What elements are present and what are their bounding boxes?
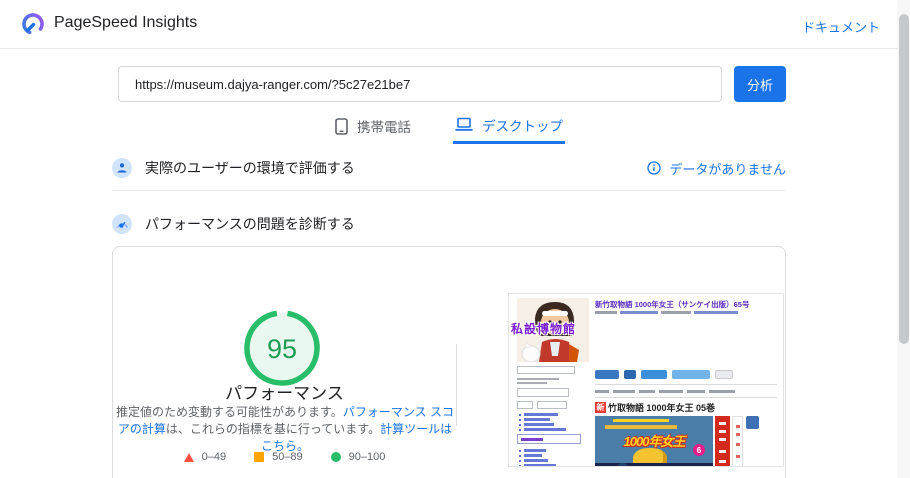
lab-data-section: パフォーマンスの問題を診断する xyxy=(112,206,786,242)
performance-score-value: 95 xyxy=(267,334,297,364)
mini-divider xyxy=(595,384,777,385)
cover-earth xyxy=(617,463,628,466)
mini-link xyxy=(519,464,556,466)
field-section-title: 実際のユーザーの環境で評価する xyxy=(145,160,355,176)
mini-link xyxy=(519,449,546,452)
cover-volume-badge: 6 xyxy=(693,444,705,456)
mini-post-title: 新 竹取物語 1000年女王 05巻 xyxy=(595,401,715,414)
pagespeed-insights-page: PageSpeed Insights ドキュメント 分析 携帯電話 デスクトップ xyxy=(0,0,910,478)
desktop-icon xyxy=(455,117,473,131)
phone-icon xyxy=(335,117,348,135)
legend-item-pass: 90–100 xyxy=(330,451,386,463)
mini-text-line xyxy=(517,378,559,380)
section-divider xyxy=(112,190,786,191)
orange-square-icon xyxy=(254,452,265,462)
mini-search-box xyxy=(517,388,569,397)
tab-mobile[interactable]: 携帯電話 xyxy=(333,112,413,144)
card-vertical-divider xyxy=(456,344,457,426)
cover-spine xyxy=(715,416,730,466)
mini-divider xyxy=(595,397,777,398)
performance-note: 推定値のため変動する可能性があります。パフォーマンス スコアの計算は、これらの指… xyxy=(113,404,457,455)
page-scrollbar-thumb[interactable] xyxy=(898,14,909,344)
score-legend: 0–49 50–89 90–100 xyxy=(113,451,456,463)
tab-mobile-label: 携帯電話 xyxy=(357,120,411,135)
tab-desktop-label: デスクトップ xyxy=(482,118,563,134)
green-circle-icon xyxy=(330,452,341,462)
no-data-label: データがありません xyxy=(669,161,786,177)
cover-art: 1000年女王 6 xyxy=(595,416,713,466)
legend-item-average: 50–89 xyxy=(254,451,303,463)
comic-cover-image: 1000年女王 6 xyxy=(595,416,763,466)
site-logo-text: 私設博物館 xyxy=(511,322,577,336)
note-text-2: は、これらの指標を基に行っています。 xyxy=(165,422,381,436)
info-icon xyxy=(647,161,662,175)
performance-score-gauge[interactable]: 95 xyxy=(244,310,320,386)
legend-item-fail: 0–49 xyxy=(183,451,227,463)
tab-desktop[interactable]: デスクトップ xyxy=(453,112,565,144)
no-data-indicator[interactable]: データがありません xyxy=(647,159,786,178)
mini-button xyxy=(537,401,567,409)
note-text-1: 推定値のため変動する可能性があります。 xyxy=(116,405,343,419)
pagespeed-logo-icon xyxy=(22,13,44,35)
url-input[interactable] xyxy=(118,66,722,102)
mini-post-title-text: 竹取物語 1000年女王 05巻 xyxy=(608,403,716,413)
mini-link xyxy=(519,423,554,426)
cover-blue-square xyxy=(746,416,759,429)
mini-list-header xyxy=(517,434,581,444)
cover-obi-strip xyxy=(732,416,743,466)
mini-link xyxy=(519,454,542,457)
mini-link xyxy=(519,459,548,462)
lab-section-title: パフォーマンスの問題を診断する xyxy=(145,216,355,232)
mini-link xyxy=(519,428,566,431)
analyze-button[interactable]: 分析 xyxy=(734,66,786,102)
user-environment-icon xyxy=(112,158,132,178)
mini-social-buttons xyxy=(595,370,733,379)
mini-button xyxy=(517,401,533,409)
mini-tag-line xyxy=(595,390,735,393)
red-triangle-icon xyxy=(183,452,194,462)
site-screenshot-thumbnail: 私設博物館 新竹取物語 1000年女王（サンケイ出版）65号 新 竹取物語 10… xyxy=(508,293,784,467)
performance-report-card: 95 パフォーマンス 推定値のため変動する可能性があります。パフォーマンス スコ… xyxy=(112,246,786,478)
cover-bottom-band xyxy=(595,463,713,466)
page-scrollbar-track[interactable] xyxy=(897,0,910,478)
legend-range-fail: 0–49 xyxy=(201,451,227,463)
new-badge: 新 xyxy=(595,402,606,413)
app-header: PageSpeed Insights ドキュメント xyxy=(0,0,910,49)
mini-link xyxy=(519,418,550,421)
page-title: PageSpeed Insights xyxy=(54,14,198,31)
performance-label: パフォーマンス xyxy=(225,384,344,403)
field-data-section: 実際のユーザーの環境で評価する データがありません xyxy=(112,150,786,186)
mini-article-headline: 新竹取物語 1000年女王（サンケイ出版）65号 xyxy=(595,300,750,309)
mini-text-line xyxy=(517,382,547,384)
mini-dropdown xyxy=(517,366,575,374)
documentation-link[interactable]: ドキュメント xyxy=(802,17,880,36)
legend-range-pass: 90–100 xyxy=(348,451,386,463)
device-tabs: 携帯電話 デスクトップ xyxy=(112,112,786,144)
mini-link xyxy=(519,413,558,416)
diagnose-gauge-icon xyxy=(112,214,132,234)
mini-breadcrumb xyxy=(595,311,738,314)
legend-range-average: 50–89 xyxy=(272,451,303,463)
